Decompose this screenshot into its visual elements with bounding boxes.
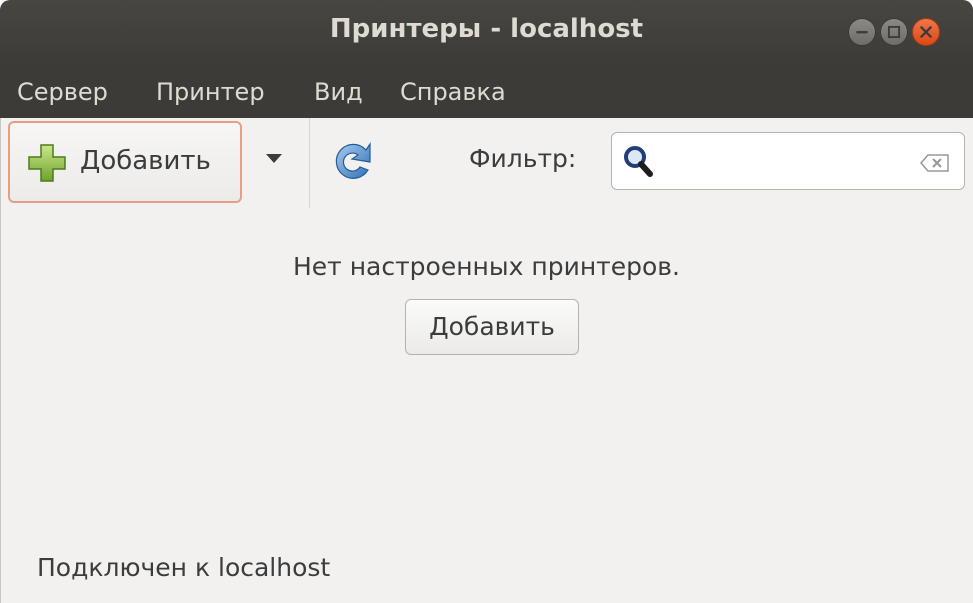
toolbar: Добавить Фильтр: bbox=[0, 118, 973, 208]
minimize-icon bbox=[856, 31, 868, 34]
window-title: Принтеры - localhost bbox=[329, 14, 644, 44]
maximize-button[interactable] bbox=[880, 18, 908, 46]
close-button[interactable] bbox=[912, 18, 940, 46]
menu-server[interactable]: Сервер bbox=[17, 78, 108, 106]
refresh-icon[interactable] bbox=[330, 140, 376, 184]
menu-printer[interactable]: Принтер bbox=[156, 78, 265, 106]
filter-label: Фильтр: bbox=[469, 144, 577, 173]
menu-bar: Сервер Принтер Вид Справка bbox=[0, 66, 973, 118]
filter-field[interactable] bbox=[611, 132, 965, 190]
add-printer-button[interactable]: Добавить bbox=[405, 299, 579, 355]
title-bar[interactable]: Принтеры - localhost bbox=[0, 0, 973, 66]
add-printer-tool-label: Добавить bbox=[80, 146, 211, 176]
window-left-border bbox=[0, 118, 1, 603]
minimize-button[interactable] bbox=[848, 18, 876, 46]
menu-help[interactable]: Справка bbox=[400, 78, 506, 106]
search-icon bbox=[624, 146, 653, 177]
no-printers-message: Нет настроенных принтеров. bbox=[293, 252, 680, 281]
toolbar-separator bbox=[309, 118, 310, 208]
connection-status: Подключен к localhost bbox=[37, 553, 331, 582]
maximize-icon bbox=[887, 25, 901, 39]
close-icon bbox=[920, 26, 932, 38]
clear-icon[interactable] bbox=[920, 153, 950, 173]
add-dropdown-arrow-icon[interactable] bbox=[266, 154, 282, 163]
menu-view[interactable]: Вид bbox=[314, 78, 363, 106]
printers-window: Принтеры - localhost Сервер Принтер Вид … bbox=[0, 0, 973, 603]
filter-input[interactable] bbox=[662, 145, 902, 177]
add-printer-tool-button[interactable]: Добавить bbox=[8, 121, 242, 203]
plus-icon bbox=[28, 144, 66, 182]
